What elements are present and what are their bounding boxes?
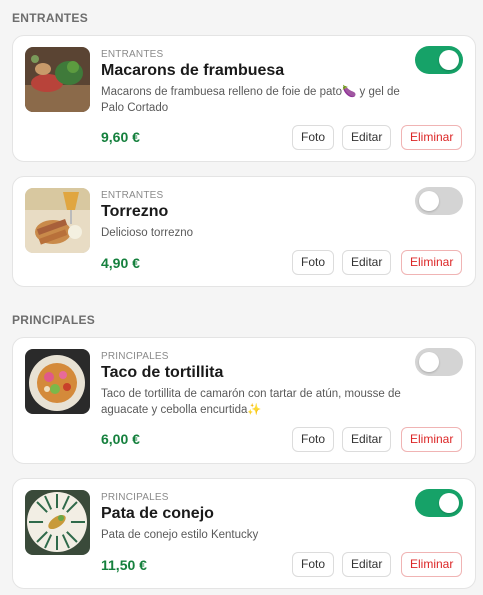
delete-button[interactable]: Eliminar: [401, 125, 463, 150]
item-name: Taco de tortillita: [101, 364, 224, 381]
item-name: Torrezno: [101, 203, 169, 220]
menu-item-card: ENTRANTES Macarons de frambuesa Macarons…: [12, 35, 476, 162]
menu-item-card: ENTRANTES Torrezno Delicioso torrezno 4,…: [12, 176, 476, 287]
item-category: PRINCIPALES: [101, 351, 169, 362]
dish-photo: [25, 188, 90, 253]
availability-toggle[interactable]: [415, 489, 463, 517]
item-name: Pata de conejo: [101, 505, 214, 522]
delete-button[interactable]: Eliminar: [401, 552, 463, 577]
dish-photo: [25, 490, 90, 555]
menu-item-card: PRINCIPALES Pata de conejo Pata de conej…: [12, 478, 476, 589]
item-description: Macarons de frambuesa relleno de foie de…: [101, 86, 400, 114]
item-name: Macarons de frambuesa: [101, 62, 285, 79]
photo-button[interactable]: Foto: [292, 250, 335, 275]
toggle-knob: [439, 50, 459, 70]
dish-photo: [25, 47, 90, 112]
item-category: ENTRANTES: [101, 49, 164, 60]
item-category: PRINCIPALES: [101, 492, 169, 503]
photo-button[interactable]: Foto: [292, 125, 335, 150]
toggle-knob: [419, 352, 439, 372]
item-description: Pata de conejo estilo Kentucky: [101, 529, 259, 541]
menu-item-card: PRINCIPALES Taco de tortillita Taco de t…: [12, 337, 476, 464]
photo-button[interactable]: Foto: [292, 427, 335, 452]
toggle-knob: [419, 191, 439, 211]
availability-toggle[interactable]: [415, 46, 463, 74]
edit-button[interactable]: Editar: [342, 427, 392, 452]
item-price: 9,60 €: [101, 129, 140, 145]
item-category: ENTRANTES: [101, 190, 164, 201]
item-price: 4,90 €: [101, 255, 140, 271]
availability-toggle[interactable]: [415, 348, 463, 376]
edit-button[interactable]: Editar: [342, 125, 392, 150]
delete-button[interactable]: Eliminar: [401, 427, 463, 452]
item-price: 11,50 €: [101, 557, 147, 573]
item-price: 6,00 €: [101, 431, 140, 447]
item-description: Delicioso torrezno: [101, 227, 194, 239]
edit-button[interactable]: Editar: [342, 250, 392, 275]
delete-button[interactable]: Eliminar: [401, 250, 463, 275]
photo-button[interactable]: Foto: [292, 552, 335, 577]
dish-photo: [25, 349, 90, 414]
availability-toggle[interactable]: [415, 187, 463, 215]
toggle-knob: [439, 493, 459, 513]
item-description: Taco de tortillita de camarón con tartar…: [101, 388, 401, 416]
section-title-principales: PRINCIPALES: [12, 313, 96, 327]
section-title-entrantes: ENTRANTES: [12, 11, 89, 25]
edit-button[interactable]: Editar: [342, 552, 392, 577]
